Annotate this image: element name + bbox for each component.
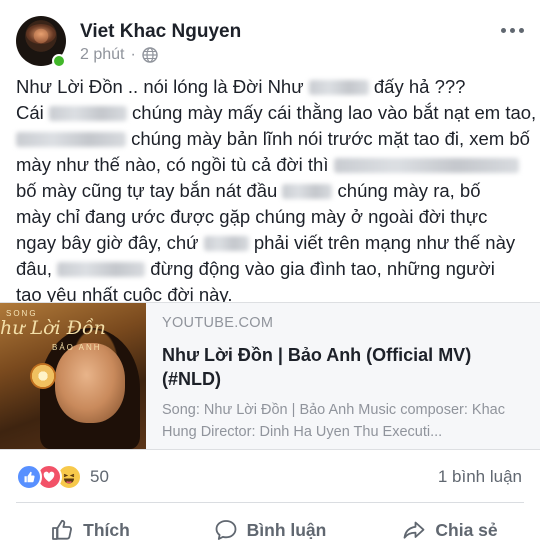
like-button[interactable]: Thích	[0, 504, 180, 556]
share-label: Chia sẻ	[435, 519, 498, 540]
reaction-count[interactable]: 50	[90, 467, 109, 487]
redacted-text	[282, 184, 333, 199]
post-text-segment: ngay bây giờ đây, chứ	[16, 232, 204, 253]
redacted-text	[308, 80, 369, 95]
post-text-line: Cái chúng mày mấy cái thằng lao vào bắt …	[16, 100, 536, 126]
post-text-segment: phải viết trên mạng như thế này	[248, 232, 516, 253]
link-preview-card[interactable]: SONG hư Lời Đồn BẢO ANH YOUTUBE.COM Như …	[0, 302, 540, 450]
link-description: Song: Như Lời Đồn | Bảo Anh Music compos…	[162, 402, 505, 440]
globe-icon[interactable]	[142, 47, 158, 63]
reaction-summary[interactable]: 50	[16, 464, 109, 490]
redacted-text	[203, 236, 249, 251]
more-options-icon[interactable]	[501, 28, 524, 33]
facebook-post: Viet Khac Nguyen 2 phút · Như Lời Đồn ..…	[0, 0, 540, 556]
post-text-line: chúng mày bản lĩnh nói trước mặt tao đi,…	[16, 126, 531, 152]
thumbnail-title: hư Lời Đồn	[0, 317, 106, 339]
redacted-text	[48, 106, 127, 121]
post-text-segment: Cái	[16, 102, 49, 123]
flower-decoration	[30, 363, 56, 389]
link-card-body: YOUTUBE.COM Như Lời Đồn | Bảo Anh (Offic…	[162, 315, 532, 443]
post-text-segment: mày như thế nào, có ngồi tù cả đời thì	[16, 154, 334, 175]
post-text: Như Lời Đồn .. nói lóng là Đời Như đấy h…	[16, 74, 536, 308]
comment-button[interactable]: Bình luận	[180, 504, 360, 556]
post-text-line: mày chỉ đang ước được gặp chúng mày ở ng…	[16, 204, 531, 230]
comment-icon	[215, 520, 237, 540]
dot-separator: ·	[130, 46, 136, 63]
like-icon	[16, 464, 42, 490]
post-text-line: đâu, đừng động vào gia đình tao, những n…	[16, 256, 531, 282]
post-text-segment: bố mày cũng tự tay bắn nát đầu	[16, 180, 283, 201]
post-text-line: ngay bây giờ đây, chứ phải viết trên mạn…	[16, 230, 531, 256]
comment-count[interactable]: 1 bình luận	[438, 467, 522, 487]
post-text-segment: đừng động vào gia đình tao, những người	[145, 258, 495, 279]
post-text-segment: chúng mày mấy cái thằng lao vào bắt nạt …	[126, 102, 537, 123]
post-text-segment: đâu,	[16, 258, 58, 279]
link-source: YOUTUBE.COM	[162, 315, 274, 331]
post-text-segment: mày chỉ đang ước được gặp chúng mày ở ng…	[16, 206, 488, 227]
post-actions: Thích Bình luận Chia sẻ	[0, 504, 540, 556]
post-text-line: bố mày cũng tự tay bắn nát đầu chúng mày…	[16, 178, 531, 204]
thumbnail-artist: BẢO ANH	[52, 343, 102, 352]
link-title[interactable]: Như Lời Đồn | Bảo Anh (Official MV) (#NL…	[162, 343, 532, 391]
post-text-segment: chúng mày bản lĩnh nói trước mặt tao đi,…	[126, 128, 530, 149]
like-label: Thích	[83, 519, 130, 540]
post-header: Viet Khac Nguyen 2 phút ·	[0, 0, 540, 70]
post-text-segment: chúng mày ra, bố	[332, 180, 481, 201]
redacted-text	[57, 262, 146, 277]
author-name[interactable]: Viet Khac Nguyen	[80, 21, 241, 43]
share-arrow-icon	[403, 521, 425, 539]
post-meta: 2 phút ·	[80, 46, 158, 64]
post-text-segment: Như Lời Đồn .. nói lóng là Đời Như	[16, 76, 309, 97]
redacted-text	[333, 158, 519, 173]
post-text-segment: đấy hả ???	[368, 76, 466, 97]
comment-label: Bình luận	[246, 519, 327, 540]
video-thumbnail[interactable]: SONG hư Lời Đồn BẢO ANH	[0, 303, 146, 449]
post-text-line: Như Lời Đồn .. nói lóng là Đời Như đấy h…	[16, 74, 531, 100]
divider	[16, 502, 524, 503]
redacted-text	[16, 132, 126, 147]
post-time[interactable]: 2 phút	[80, 46, 124, 64]
share-button[interactable]: Chia sẻ	[360, 504, 540, 556]
online-status-dot	[52, 54, 66, 68]
post-text-line: mày như thế nào, có ngồi tù cả đời thì	[16, 152, 531, 178]
thumbs-up-icon	[52, 519, 73, 540]
